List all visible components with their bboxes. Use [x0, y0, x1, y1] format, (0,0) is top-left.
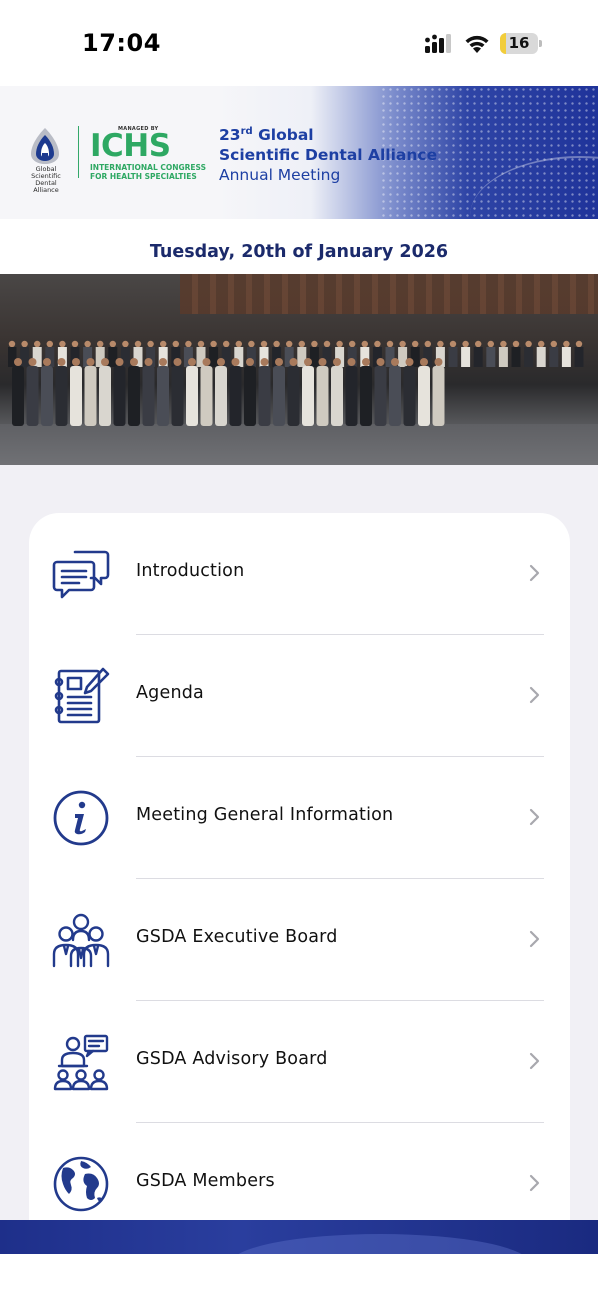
chevron-right-icon: [529, 1174, 540, 1192]
menu-item-gsda-advisory-board[interactable]: GSDA Advisory Board: [29, 1001, 570, 1123]
presenter-audience-icon: [53, 1034, 109, 1091]
logo-divider: [78, 126, 79, 178]
battery-body: 16: [500, 33, 538, 54]
chevron-right-icon: [529, 564, 540, 582]
menu-label-introduction: Introduction: [136, 561, 245, 581]
bottom-safe-area: [0, 1254, 598, 1300]
meeting-title-line-3: Annual Meeting: [219, 166, 341, 185]
ichs-subtitle-line-1: INTERNATIONAL CONGRESS: [90, 163, 207, 172]
ichs-subtitle-line-2: FOR HEALTH SPECIALTIES: [90, 172, 197, 181]
menu-label-agenda: Agenda: [136, 683, 204, 703]
info-icon: [53, 790, 109, 846]
menu-item-introduction[interactable]: Introduction: [29, 513, 570, 635]
photo-crowd: [8, 340, 584, 426]
chevron-right-icon: [529, 1052, 540, 1070]
cellular-signal-icon: [425, 34, 451, 53]
bottom-wave-decoration: [0, 1220, 598, 1254]
chat-bubbles-icon: [52, 550, 110, 599]
menu-label-gsda-members: GSDA Members: [136, 1171, 275, 1191]
group-photo: [0, 274, 598, 465]
chevron-right-icon: [529, 686, 540, 704]
menu-label-gsda-executive-board: GSDA Executive Board: [136, 927, 338, 947]
ichs-subtitle: INTERNATIONAL CONGRESS FOR HEALTH SPECIA…: [90, 163, 206, 181]
battery-indicator: 16: [500, 33, 542, 54]
meeting-number-suffix: rd: [240, 126, 253, 137]
battery-level: 16: [508, 34, 530, 52]
event-date: Tuesday, 20th of January 2026: [149, 242, 449, 262]
ichs-logo: ICHS: [90, 128, 171, 164]
wifi-icon: [465, 35, 489, 53]
globe-icon: [53, 1156, 109, 1212]
meeting-title-global: Global: [252, 126, 314, 145]
group-people-icon: [52, 913, 110, 968]
status-time: 17:04: [82, 29, 161, 57]
gsda-logo-text: Global Scientific Dental Alliance: [31, 165, 61, 194]
gsda-logo-icon: [31, 128, 59, 164]
menu-item-meeting-general-information[interactable]: Meeting General Information: [29, 757, 570, 879]
chevron-right-icon: [529, 808, 540, 826]
menu-label-gsda-advisory-board: GSDA Advisory Board: [136, 1049, 328, 1069]
menu-card: Introduction Agenda Meeting General Info…: [29, 513, 570, 1223]
menu-item-agenda[interactable]: Agenda: [29, 635, 570, 757]
photo-ceiling: [180, 274, 598, 314]
notebook-icon: [54, 667, 110, 724]
meeting-title-line-2: Scientific Dental Alliance: [219, 146, 438, 165]
meeting-title-line-1: 23rd Global: [219, 122, 437, 145]
bottom-wave-highlight: [230, 1234, 530, 1254]
menu-label-meeting-general-information: Meeting General Information: [136, 805, 394, 825]
meeting-banner: Global Scientific Dental Alliance MANAGE…: [0, 86, 598, 219]
chevron-right-icon: [529, 930, 540, 948]
meeting-number: 23: [219, 126, 241, 145]
menu-item-gsda-executive-board[interactable]: GSDA Executive Board: [29, 879, 570, 1001]
status-bar: 17:04 16: [0, 0, 598, 86]
meeting-title: 23rd Global Scientific Dental Alliance A…: [219, 122, 437, 185]
battery-cap: [539, 40, 542, 47]
menu-item-gsda-members[interactable]: GSDA Members: [29, 1123, 570, 1223]
